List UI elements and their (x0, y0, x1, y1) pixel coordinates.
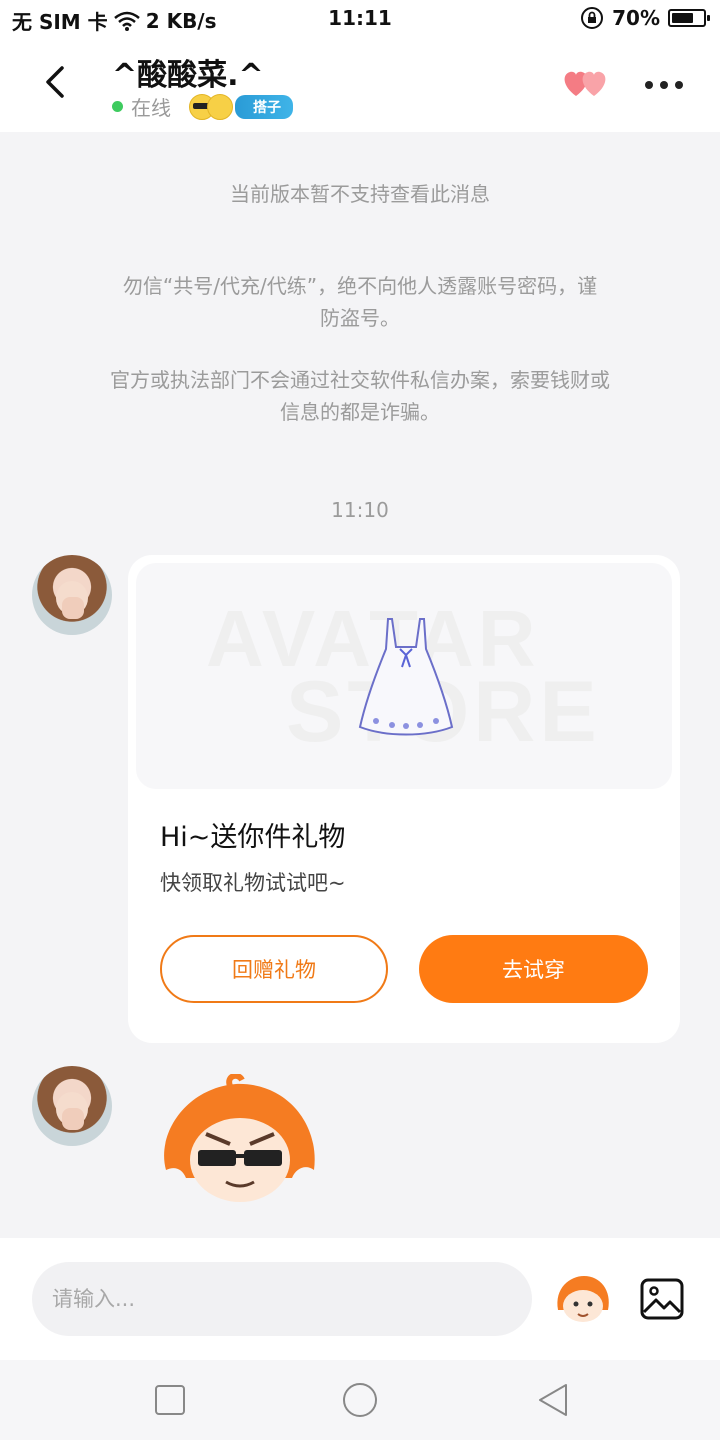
dress-gift-image (358, 618, 454, 736)
battery-percent: 70% (612, 6, 660, 30)
mascot-emoji-icon[interactable] (554, 1274, 612, 1324)
message-input[interactable] (32, 1262, 532, 1336)
relationship-emoji-icon (189, 93, 233, 120)
contact-name[interactable]: ^酸酸菜.^ (112, 50, 264, 94)
account-warning-line2: 防盗号。 (320, 306, 400, 330)
sunglasses-mascot-sticker[interactable] (156, 1074, 322, 1206)
message-input-bar (0, 1238, 720, 1360)
message-input-container (32, 1262, 532, 1336)
rotation-lock-icon (581, 7, 604, 29)
intimacy-hearts-icon[interactable] (560, 66, 612, 102)
home-icon[interactable] (340, 1380, 380, 1420)
online-label: 在线 (131, 96, 171, 120)
message-timestamp: 11:10 (331, 498, 389, 522)
sender-avatar[interactable] (32, 555, 112, 635)
partner-badge[interactable]: 搭子 (235, 94, 293, 119)
back-arrow-icon[interactable] (32, 58, 80, 106)
image-picker-icon[interactable] (640, 1278, 684, 1320)
unsupported-message-notice: 当前版本暂不支持查看此消息 (230, 182, 490, 206)
recent-apps-icon[interactable] (150, 1380, 190, 1420)
gift-message-card: AVATAR STORE Hi~送你件礼物 快领取礼物试试吧~ 回赠礼物 去试穿 (128, 555, 680, 1043)
more-options-icon[interactable] (640, 70, 688, 100)
gift-card-title: Hi~送你件礼物 (160, 822, 346, 853)
chat-header: ^酸酸菜.^ 在线 搭子 (0, 36, 720, 132)
fraud-warning-line1: 官方或执法部门不会通过社交软件私信办案，索要钱财或 (110, 368, 610, 392)
account-warning-line1: 勿信“共号/代充/代练”，绝不向他人透露账号密码，谨 (122, 274, 598, 298)
status-bar: 无 SIM 卡 2 KB/s 11:11 70% (0, 0, 720, 36)
online-dot (112, 101, 123, 112)
battery-icon (668, 9, 710, 27)
contact-status: 在线 搭子 (112, 92, 293, 121)
fraud-warning-line2: 信息的都是诈骗。 (280, 400, 440, 424)
gift-card-subtitle: 快领取礼物试试吧~ (160, 871, 346, 895)
sender-avatar[interactable] (32, 1066, 112, 1146)
return-gift-button[interactable]: 回赠礼物 (160, 935, 388, 1003)
system-nav-bar (0, 1360, 720, 1440)
gift-preview[interactable]: AVATAR STORE (136, 563, 672, 789)
back-nav-icon[interactable] (534, 1380, 574, 1420)
try-on-button[interactable]: 去试穿 (419, 935, 648, 1003)
